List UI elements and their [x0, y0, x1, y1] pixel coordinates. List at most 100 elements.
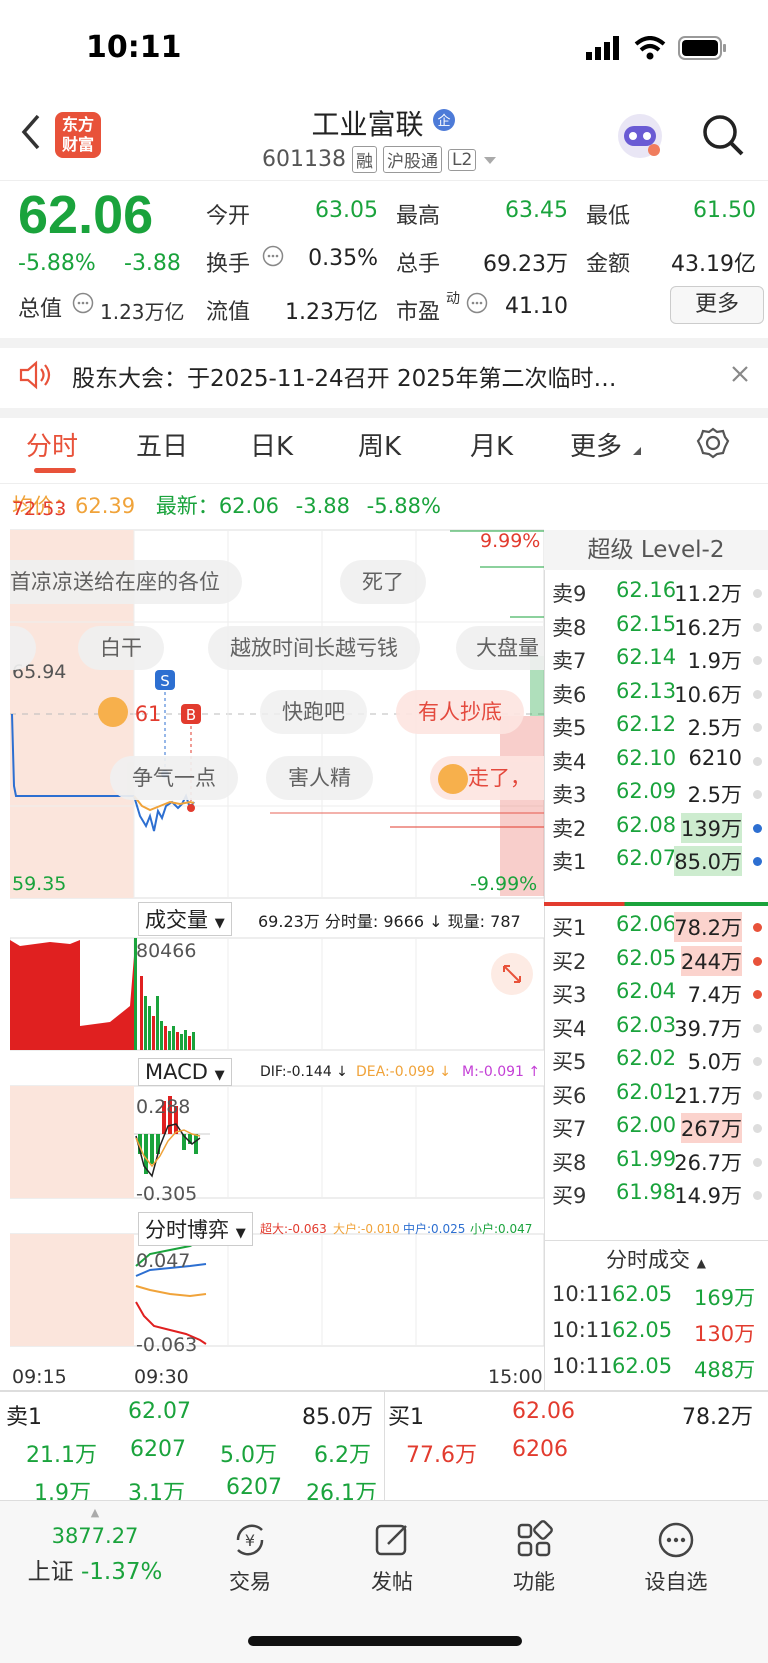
bid-price: 62.01 — [616, 1079, 677, 1104]
bid-volume: 14.9万 — [674, 1184, 742, 1208]
tag-connect: 沪股通 — [382, 146, 442, 173]
ask-row[interactable]: 卖8 62.15 16.2万 — [544, 612, 768, 647]
bid-row[interactable]: 买3 62.04 7.4万 — [544, 979, 768, 1014]
level2-title[interactable]: 超级 Level-2 — [544, 530, 768, 570]
tab-intraday[interactable]: 分时 — [26, 426, 78, 463]
bid-row[interactable]: 买2 62.05 244万 — [544, 945, 768, 981]
barrage-badge: 61 — [98, 697, 161, 727]
notice-text[interactable]: 股东大会：于2025-11-24召开 2025年第二次临时… — [72, 359, 617, 393]
bid-label: 买8 — [552, 1150, 587, 1175]
svg-text:企: 企 — [438, 113, 451, 129]
ask-row[interactable]: 卖6 62.13 10.6万 — [544, 679, 768, 714]
bid-indicator-dot — [753, 990, 762, 999]
close-icon[interactable] — [730, 364, 750, 384]
queue-ask-order: 6207 — [226, 1475, 282, 1500]
macd-indicator-select[interactable]: MACD ▼ — [138, 1058, 232, 1086]
ask-price: 62.15 — [616, 611, 677, 636]
ask-label: 卖9 — [552, 582, 587, 606]
bid-price: 62.05 — [616, 945, 677, 970]
bid-row[interactable]: 买4 62.03 39.7万 — [544, 1013, 768, 1048]
ask-row[interactable]: 卖1 62.07 85.0万 — [544, 846, 768, 881]
tab-trade-label: 交易 — [229, 1570, 271, 1594]
ask-label: 卖1 — [552, 850, 587, 874]
macd-axis-bottom: -0.305 — [136, 1183, 198, 1205]
turnover-label: 换手 — [206, 252, 251, 277]
info-dots-icon[interactable] — [466, 292, 488, 314]
last-price: 62.06 — [18, 185, 154, 245]
barrage-comment: 越放时间长越亏钱 — [208, 626, 420, 670]
tab-5day[interactable]: 五日 — [136, 426, 188, 463]
ask-row[interactable]: 卖5 62.12 2.5万 — [544, 712, 768, 747]
bid-label: 买6 — [552, 1083, 587, 1108]
bid-row[interactable]: 买9 61.98 14.9万 — [544, 1180, 768, 1215]
macd-axis-top: 0.288 — [136, 1096, 191, 1118]
bid-label: 买4 — [552, 1016, 587, 1041]
bid-price: 62.04 — [616, 979, 677, 1003]
ask-volume: 10.6万 — [674, 682, 742, 707]
queue-ask-order: 5.0万 — [220, 1443, 277, 1468]
bid-row[interactable]: 买7 62.00 267万 — [544, 1113, 768, 1148]
queue-bid-order: 77.6万 — [406, 1443, 477, 1468]
caret-down-icon: ▼ — [214, 916, 225, 931]
high-label: 最高 — [396, 204, 441, 229]
barrage-comment: 有人抄底 — [396, 690, 524, 734]
open-label: 今开 — [206, 204, 251, 229]
stock-code-line[interactable]: 601138 融 沪股通 L2 — [262, 146, 498, 173]
ask-row[interactable]: 卖7 62.14 1.9万 — [544, 645, 768, 680]
game-super: 超大:-0.063 — [260, 1222, 327, 1236]
ask-row[interactable]: 卖2 62.08 139万 — [544, 812, 768, 848]
robot-assistant-icon[interactable] — [614, 110, 666, 160]
ask-volume: 16.2万 — [674, 615, 742, 640]
ask-volume: 6210 — [688, 745, 742, 770]
tick-time: 10:11 — [552, 1318, 613, 1342]
game-small: 小户:0.047 — [470, 1222, 533, 1236]
tab-post[interactable]: 发帖 — [342, 1520, 442, 1596]
bid-price: 62.00 — [616, 1113, 677, 1137]
ask-price: 62.12 — [616, 712, 677, 736]
tab-monthly[interactable]: 月K — [470, 426, 513, 463]
info-dots-icon[interactable] — [72, 292, 94, 314]
info-dots-icon[interactable] — [262, 245, 284, 267]
search-icon[interactable] — [700, 112, 746, 158]
home-indicator — [248, 1636, 522, 1646]
ask-row[interactable]: 卖4 62.10 6210 — [544, 746, 768, 781]
index-ticker[interactable]: ▲ 3877.27 上证 -1.37% — [20, 1507, 170, 1586]
more-button[interactable]: 更多 — [670, 286, 764, 324]
bid-row[interactable]: 买6 62.01 21.7万 — [544, 1080, 768, 1115]
tab-add-watchlist[interactable]: 设自选 — [626, 1520, 726, 1596]
bid-label: 买1 — [552, 916, 587, 940]
ask-price: 62.13 — [616, 678, 677, 703]
bid-indicator-dot — [753, 1157, 762, 1167]
ask-label: 卖4 — [552, 749, 587, 774]
tab-functions[interactable]: 功能 — [484, 1520, 584, 1596]
pe-value: 41.10 — [505, 294, 568, 319]
tab-post-label: 发帖 — [371, 1570, 413, 1594]
amount-value: 43.19亿 — [671, 252, 756, 277]
ask-row[interactable]: 卖9 62.16 11.2万 — [544, 578, 768, 613]
tab-more[interactable]: 更多 — [570, 426, 622, 463]
ask-row[interactable]: 卖3 62.09 2.5万 — [544, 779, 768, 814]
tag-l2: L2 — [447, 148, 477, 171]
tab-trade[interactable]: ¥ 交易 — [200, 1520, 300, 1596]
bid-label: 买7 — [552, 1117, 587, 1141]
svg-text:¥: ¥ — [245, 1531, 255, 1550]
bid-row[interactable]: 买1 62.06 78.2万 — [544, 912, 768, 947]
ask-volume: 2.5万 — [687, 716, 742, 740]
expand-icon[interactable] — [490, 952, 534, 996]
open-value: 63.05 — [315, 198, 378, 223]
barrage-comment: 害人精 — [266, 756, 373, 800]
dropdown-icon[interactable] — [482, 154, 498, 166]
volume-indicator-select[interactable]: 成交量 ▼ — [138, 902, 232, 936]
bid-indicator-dot — [753, 923, 762, 932]
ask-label: 卖3 — [552, 783, 587, 807]
settings-icon[interactable] — [696, 426, 730, 460]
bid-row[interactable]: 买8 61.99 26.7万 — [544, 1147, 768, 1182]
tab-weekly[interactable]: 周K — [358, 426, 401, 463]
bid-row[interactable]: 买5 62.02 5.0万 — [544, 1046, 768, 1081]
ask-volume: 139万 — [680, 812, 742, 843]
game-indicator-select[interactable]: 分时博弈 ▼ — [138, 1212, 253, 1246]
bid-indicator-dot — [753, 1191, 762, 1200]
tab-daily[interactable]: 日K — [250, 426, 293, 463]
section-divider — [0, 408, 768, 418]
pe-superscript: 动 — [446, 291, 460, 307]
